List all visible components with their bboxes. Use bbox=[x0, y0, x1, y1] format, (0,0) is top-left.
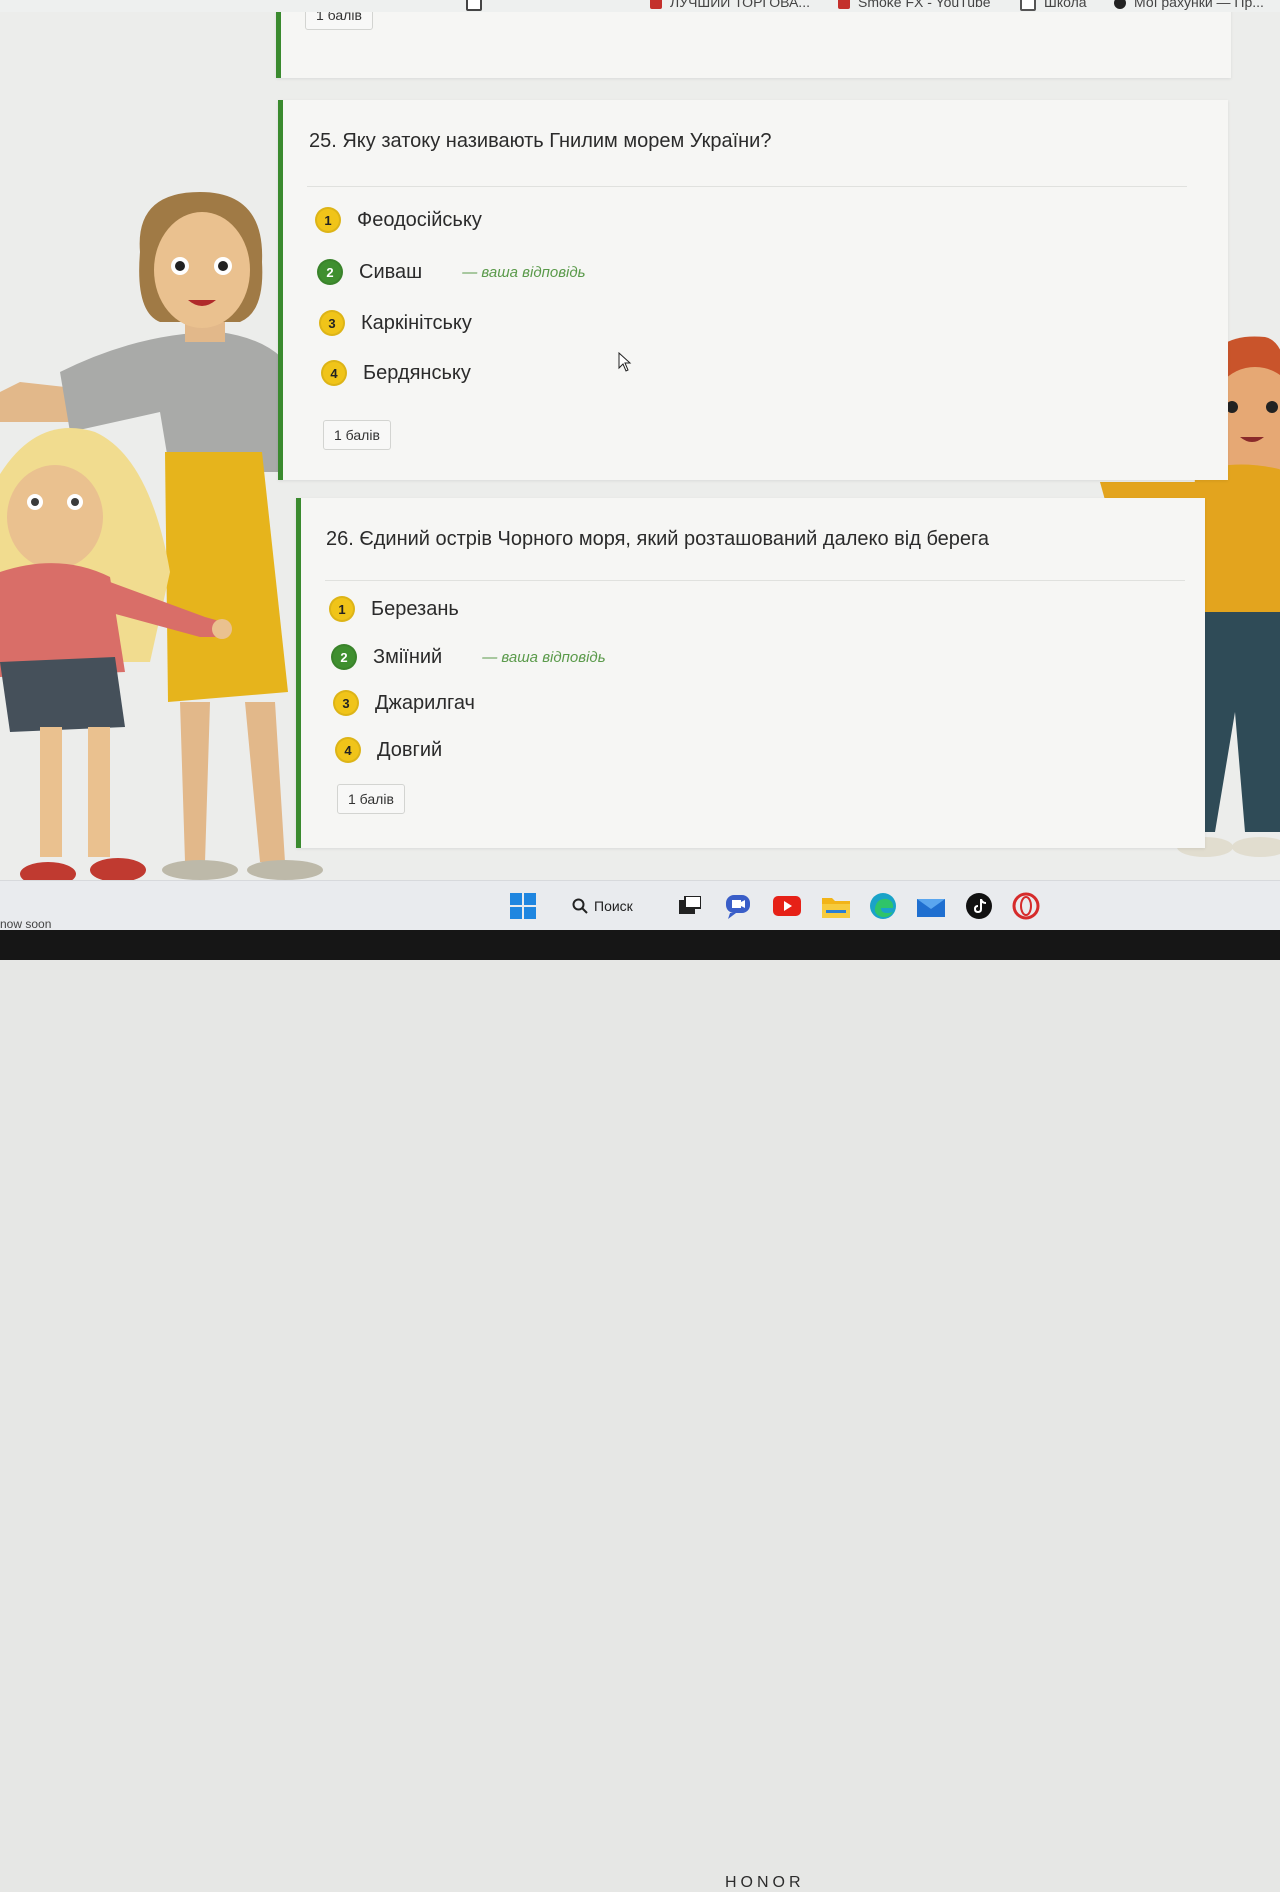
taskbar-search-button[interactable]: Поиск bbox=[572, 889, 633, 923]
question-title: 26. Єдиний острів Чорного моря, який роз… bbox=[326, 528, 990, 550]
girl-figure bbox=[0, 428, 232, 880]
option-2[interactable]: 2 Зміїний — ваша відповідь bbox=[331, 642, 606, 672]
option-number-badge: 2 bbox=[317, 259, 343, 285]
points-badge: 1 балів bbox=[337, 784, 405, 814]
option-number-badge: 4 bbox=[321, 360, 347, 386]
option-number-badge: 1 bbox=[315, 207, 341, 233]
mail-icon[interactable] bbox=[914, 889, 948, 923]
bookmark-0[interactable] bbox=[466, 0, 490, 12]
option-label: Довгий bbox=[377, 738, 443, 761]
your-answer-note: — ваша відповідь bbox=[462, 263, 586, 281]
question-card-26: 26. Єдиний острів Чорного моря, який роз… bbox=[296, 498, 1205, 848]
option-1[interactable]: 1 Феодосійську bbox=[315, 205, 482, 235]
question-card-25: 25. Яку затоку називають Гнилим морем Ук… bbox=[278, 100, 1228, 480]
mouse-cursor-icon bbox=[618, 352, 632, 372]
file-explorer-icon[interactable] bbox=[819, 889, 853, 923]
option-number-badge: 3 bbox=[333, 690, 359, 716]
bookmark-icon bbox=[466, 0, 482, 12]
search-icon bbox=[572, 898, 588, 914]
monitor-bezel: HONOR bbox=[0, 930, 1280, 1891]
edge-icon[interactable] bbox=[866, 889, 900, 923]
folder-icon bbox=[1020, 0, 1036, 12]
question-divider bbox=[307, 186, 1187, 187]
points-badge: 1 балів bbox=[323, 420, 391, 450]
option-label: Бердянську bbox=[363, 361, 471, 384]
option-2[interactable]: 2 Сиваш — ваша відповідь bbox=[317, 257, 586, 287]
youtube-icon bbox=[838, 0, 850, 10]
bank-icon bbox=[1114, 0, 1126, 10]
option-4[interactable]: 4 Довгий bbox=[335, 735, 442, 765]
option-label: Феодосійську bbox=[357, 208, 482, 231]
youtube-icon bbox=[650, 0, 662, 10]
task-view-icon[interactable] bbox=[672, 889, 706, 923]
option-label: Каркінітську bbox=[361, 311, 472, 334]
youtube-icon[interactable] bbox=[770, 889, 804, 923]
option-1[interactable]: 1 Березань bbox=[329, 594, 459, 624]
option-number-badge: 4 bbox=[335, 737, 361, 763]
bookmark-3[interactable]: Школа bbox=[1020, 0, 1087, 12]
option-label: Джарилгач bbox=[375, 691, 475, 714]
option-number-badge: 3 bbox=[319, 310, 345, 336]
meet-icon[interactable] bbox=[721, 889, 755, 923]
bookmark-1[interactable]: ЛУЧШИЙ ТОРГОВА... bbox=[650, 0, 810, 10]
status-text: now soon bbox=[0, 917, 52, 931]
option-label: Зміїний bbox=[373, 645, 443, 668]
question-divider bbox=[325, 580, 1185, 581]
windows-start-icon[interactable] bbox=[506, 889, 540, 923]
option-number-badge: 2 bbox=[331, 644, 357, 670]
bookmarks-bar: ЛУЧШИЙ ТОРГОВА... Smoke FX - YouTube Шко… bbox=[0, 0, 1280, 12]
opera-icon[interactable] bbox=[1009, 889, 1043, 923]
option-label: Сиваш bbox=[359, 260, 423, 283]
option-number-badge: 1 bbox=[329, 596, 355, 622]
bookmark-4[interactable]: Мої рахунки — Пр... bbox=[1114, 0, 1264, 10]
your-answer-note: — ваша відповідь bbox=[482, 648, 606, 666]
option-3[interactable]: 3 Джарилгач bbox=[333, 688, 475, 718]
tiktok-icon[interactable] bbox=[962, 889, 996, 923]
bookmark-2[interactable]: Smoke FX - YouTube bbox=[838, 0, 991, 10]
points-badge: 1 балів bbox=[305, 12, 373, 30]
search-label: Поиск bbox=[594, 898, 633, 914]
question-card-prev: 1 балів bbox=[276, 12, 1231, 78]
option-4[interactable]: 4 Бердянську bbox=[321, 358, 471, 388]
taskbar: Поиск bbox=[0, 880, 1280, 931]
woman-figure bbox=[0, 192, 323, 880]
quiz-page: 1 балів 25. Яку затоку називають Гнилим … bbox=[0, 12, 1280, 880]
option-3[interactable]: 3 Каркінітську bbox=[319, 308, 472, 338]
monitor-brand: HONOR bbox=[725, 1874, 805, 1891]
option-label: Березань bbox=[371, 597, 459, 620]
question-title: 25. Яку затоку називають Гнилим морем Ук… bbox=[309, 130, 772, 152]
